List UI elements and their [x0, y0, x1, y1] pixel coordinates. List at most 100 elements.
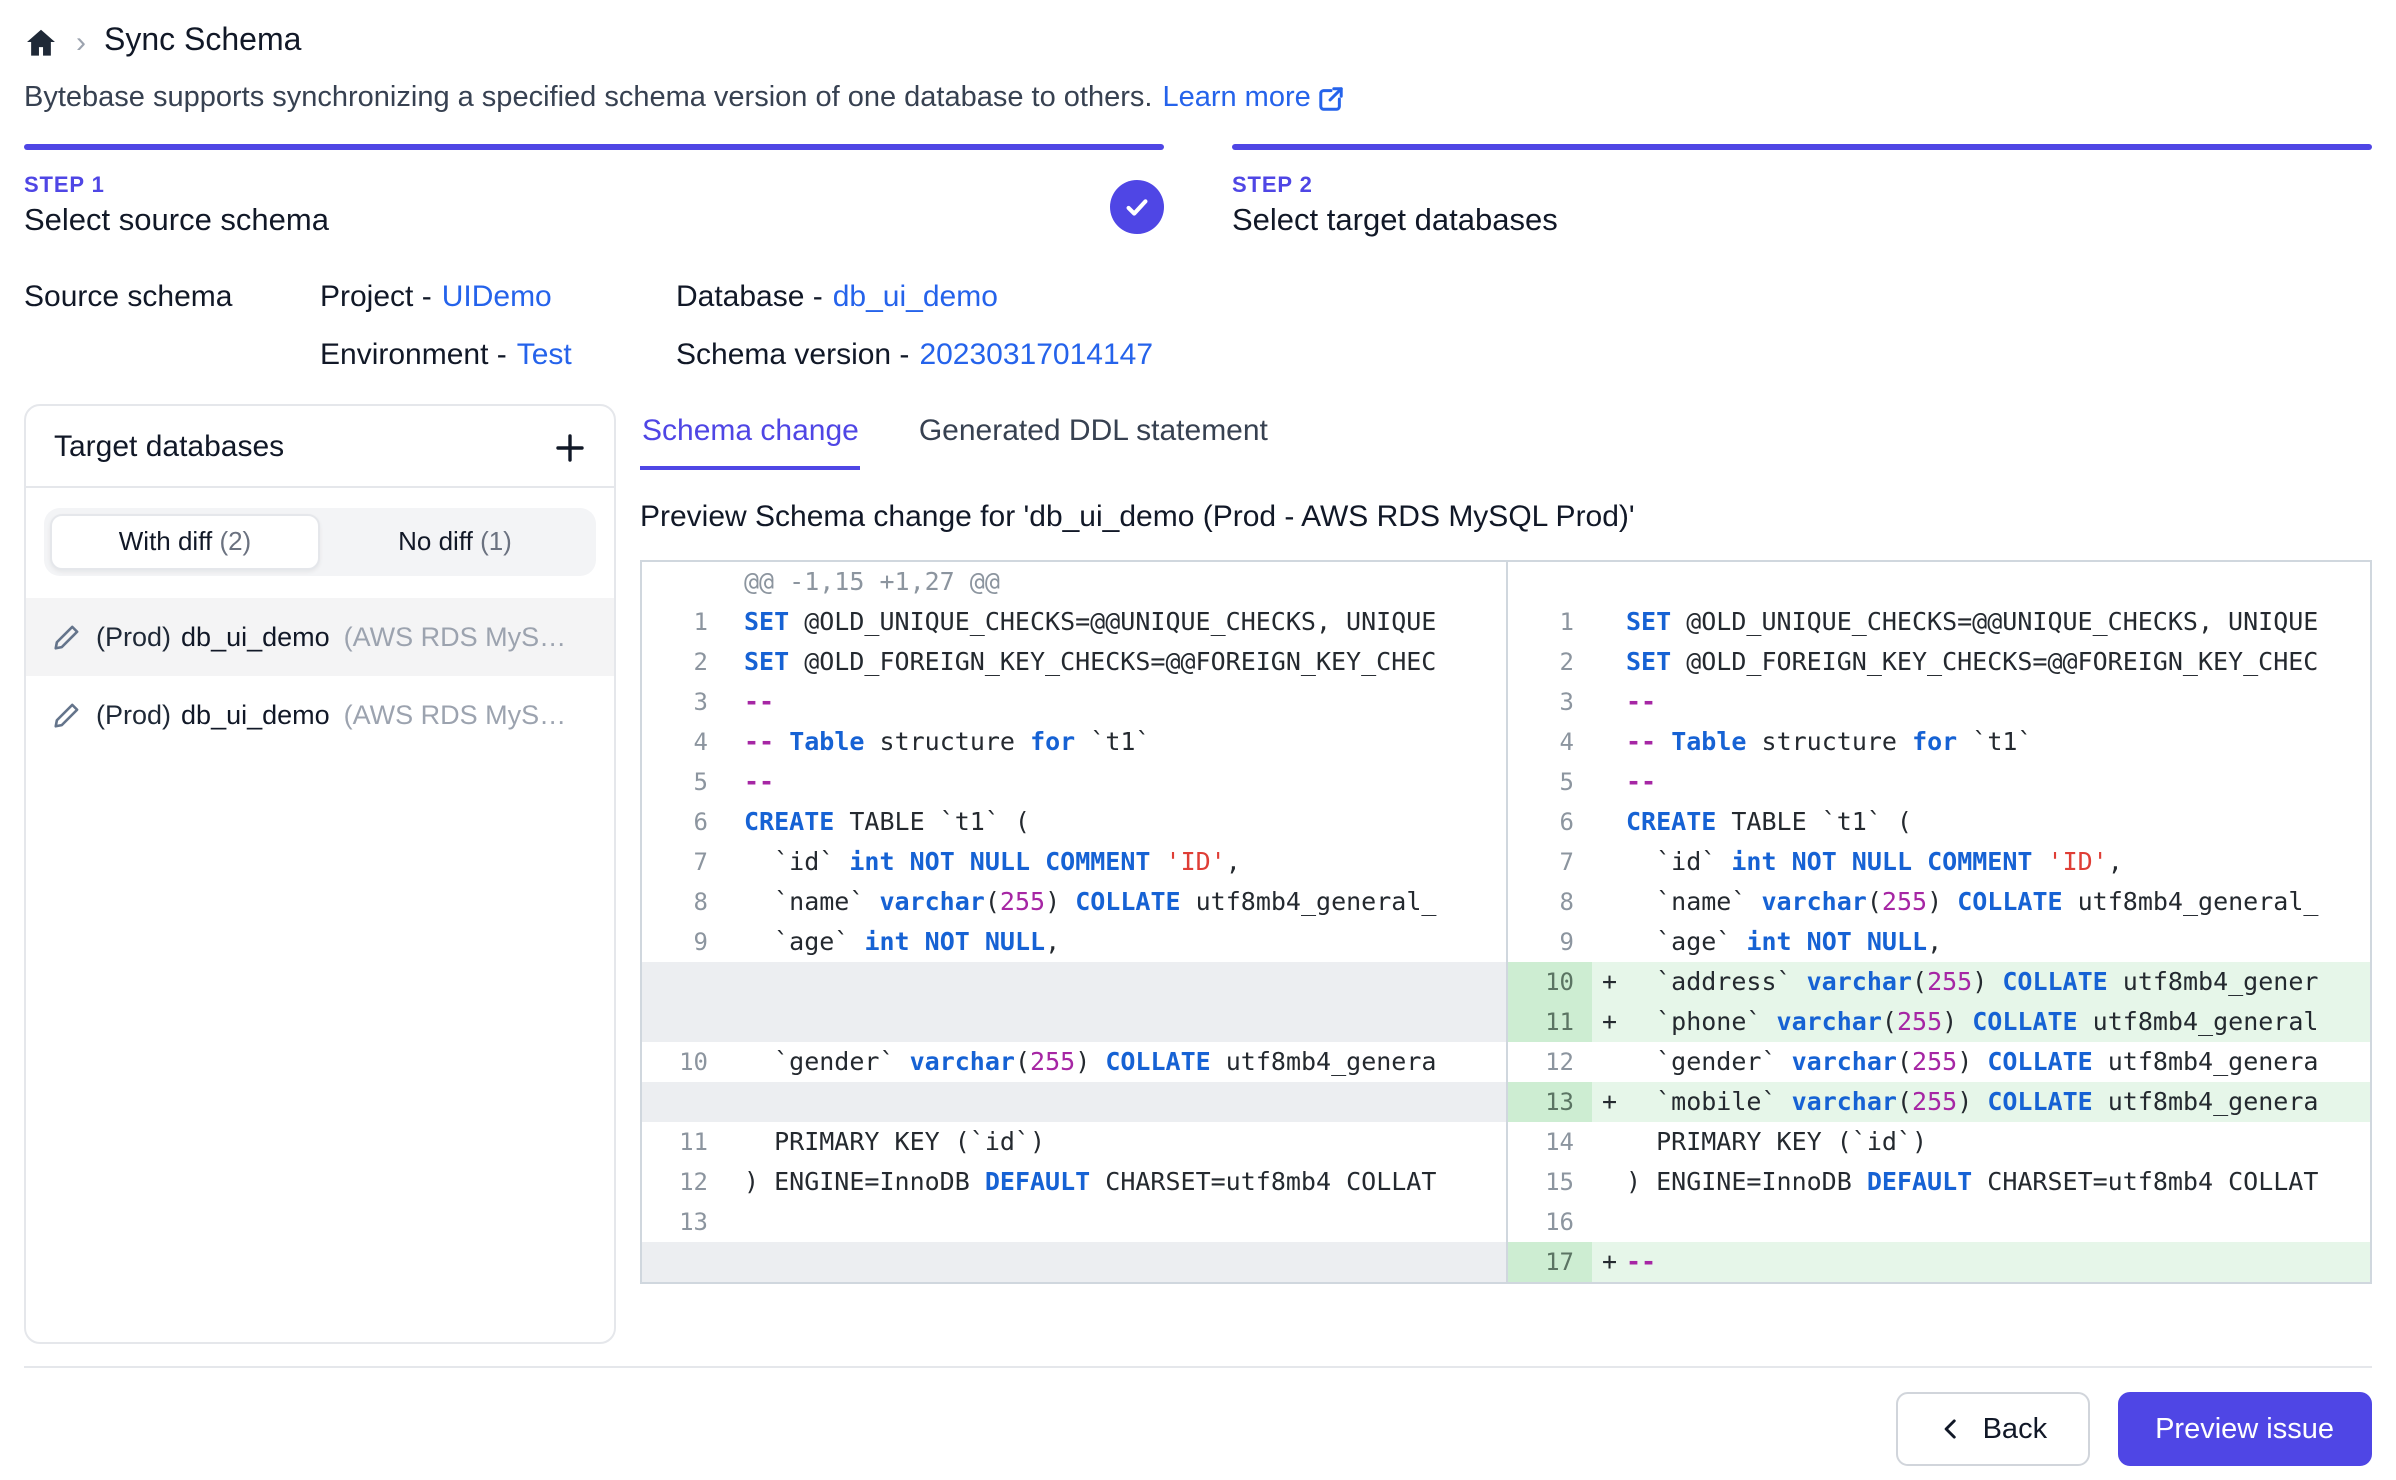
target-databases-header: Target databases	[26, 406, 614, 488]
home-icon[interactable]	[24, 25, 58, 59]
sync-schema-page: › Sync Schema Bytebase supports synchron…	[0, 0, 2396, 1480]
tab-no-diff-label: No diff	[398, 526, 473, 556]
step-2: STEP 2 Select target databases	[1232, 144, 2372, 244]
source-schema-summary: Source schema Project - UIDemo Database …	[24, 280, 2372, 372]
diff-row: 8 `name` varchar(255) COLLATE utf8mb4_ge…	[642, 882, 1506, 922]
diff-row: 6CREATE TABLE `t1` (	[642, 802, 1506, 842]
intro-text: Bytebase supports synchronizing a specif…	[24, 82, 1152, 114]
schema-diff-viewer[interactable]: @@ -1,15 +1,27 @@1SET @OLD_UNIQUE_CHECKS…	[640, 560, 2372, 1284]
target-databases-title: Target databases	[54, 430, 284, 464]
diff-row: 3--	[642, 682, 1506, 722]
diff-row: 5--	[1508, 762, 2370, 802]
step-1-complete-check-icon	[1110, 179, 1164, 233]
diff-pane-left: @@ -1,15 +1,27 @@1SET @OLD_UNIQUE_CHECKS…	[642, 562, 1506, 1282]
edit-pencil-icon	[52, 700, 82, 730]
diff-row: 7 `id` int NOT NULL COMMENT 'ID',	[1508, 842, 2370, 882]
source-schema-version: Schema version - 20230317014147	[676, 338, 2372, 372]
chevron-left-icon	[1939, 1416, 1965, 1442]
target-database-item-2[interactable]: (Prod) db_ui_demo (AWS RDS MyS…	[26, 676, 614, 754]
intro-text-row: Bytebase supports synchronizing a specif…	[24, 82, 2372, 114]
plus-icon	[554, 431, 586, 463]
external-link-icon	[1319, 85, 1345, 111]
target-database-item-1[interactable]: (Prod) db_ui_demo (AWS RDS MyS…	[26, 598, 614, 676]
diff-row: 2SET @OLD_FOREIGN_KEY_CHECKS=@@FOREIGN_K…	[642, 642, 1506, 682]
step-1: STEP 1 Select source schema	[24, 144, 1164, 244]
main-content: Target databases With diff (2) No diff (…	[24, 404, 2372, 1344]
diff-row	[642, 1002, 1506, 1042]
schema-version-link[interactable]: 20230317014147	[919, 338, 1153, 372]
diff-row: 8 `name` varchar(255) COLLATE utf8mb4_ge…	[1508, 882, 2370, 922]
source-database: Database - db_ui_demo	[676, 280, 2372, 314]
diff-row: 9 `age` int NOT NULL,	[642, 922, 1506, 962]
breadcrumb-chevron-icon: ›	[76, 25, 86, 59]
project-link[interactable]: UIDemo	[442, 280, 552, 314]
step-1-progress-bar	[24, 144, 1164, 150]
diff-row: 1SET @OLD_UNIQUE_CHECKS=@@UNIQUE_CHECKS,…	[642, 602, 1506, 642]
source-schema-label: Source schema	[24, 280, 320, 314]
step-1-kicker: STEP 1	[24, 173, 329, 197]
tab-no-diff-count: (1)	[480, 526, 512, 556]
database-label: Database -	[676, 280, 823, 314]
learn-more-label: Learn more	[1162, 82, 1310, 114]
stepper: STEP 1 Select source schema STEP 2 Selec…	[24, 144, 2372, 244]
preview-tabs: Schema change Generated DDL statement	[640, 408, 2372, 470]
preview-title: Preview Schema change for 'db_ui_demo (P…	[640, 500, 2372, 534]
step-2-label: Select target databases	[1232, 203, 1558, 239]
diff-row	[1508, 562, 2370, 602]
source-project: Project - UIDemo	[320, 280, 676, 314]
diff-row: 13	[642, 1202, 1506, 1242]
diff-row: 6CREATE TABLE `t1` (	[1508, 802, 2370, 842]
schema-version-label: Schema version -	[676, 338, 909, 372]
diff-row	[642, 1242, 1506, 1282]
diff-row: 11+ `phone` varchar(255) COLLATE utf8mb4…	[1508, 1002, 2370, 1042]
diff-row: @@ -1,15 +1,27 @@	[642, 562, 1506, 602]
database-link[interactable]: db_ui_demo	[833, 280, 998, 314]
diff-row: 5--	[642, 762, 1506, 802]
environment-label: Environment -	[320, 338, 507, 372]
diff-row: 11 PRIMARY KEY (`id`)	[642, 1122, 1506, 1162]
tab-with-diff-count: (2)	[219, 526, 251, 556]
db-name: db_ui_demo	[181, 622, 330, 652]
diff-row: 2SET @OLD_FOREIGN_KEY_CHECKS=@@FOREIGN_K…	[1508, 642, 2370, 682]
footer-actions: Back Preview issue	[24, 1366, 2372, 1466]
diff-row: 10+ `address` varchar(255) COLLATE utf8m…	[1508, 962, 2370, 1002]
tab-no-diff[interactable]: No diff (1)	[320, 514, 590, 570]
page-title: Sync Schema	[104, 24, 301, 60]
diff-row: 3--	[1508, 682, 2370, 722]
diff-row: 13+ `mobile` varchar(255) COLLATE utf8mb…	[1508, 1082, 2370, 1122]
diff-filter-tabs: With diff (2) No diff (1)	[44, 508, 596, 576]
tab-schema-change[interactable]: Schema change	[640, 408, 861, 470]
step-1-label: Select source schema	[24, 203, 329, 239]
db-name: db_ui_demo	[181, 700, 330, 730]
edit-pencil-icon	[52, 622, 82, 652]
diff-pane-right: 1SET @OLD_UNIQUE_CHECKS=@@UNIQUE_CHECKS,…	[1506, 562, 2370, 1282]
step-2-progress-bar	[1232, 144, 2372, 150]
db-environment-badge: (Prod)	[96, 700, 171, 730]
diff-row: 4-- Table structure for `t1`	[1508, 722, 2370, 762]
diff-row	[642, 962, 1506, 1002]
project-label: Project -	[320, 280, 432, 314]
diff-row: 12) ENGINE=InnoDB DEFAULT CHARSET=utf8mb…	[642, 1162, 1506, 1202]
target-database-list: (Prod) db_ui_demo (AWS RDS MyS… (Prod) d…	[26, 598, 614, 754]
diff-row: 10 `gender` varchar(255) COLLATE utf8mb4…	[642, 1042, 1506, 1082]
diff-row: 16	[1508, 1202, 2370, 1242]
diff-row	[642, 1082, 1506, 1122]
target-databases-panel: Target databases With diff (2) No diff (…	[24, 404, 616, 1344]
diff-row: 1SET @OLD_UNIQUE_CHECKS=@@UNIQUE_CHECKS,…	[1508, 602, 2370, 642]
learn-more-link[interactable]: Learn more	[1162, 82, 1344, 114]
step-2-kicker: STEP 2	[1232, 173, 1558, 197]
diff-row: 9 `age` int NOT NULL,	[1508, 922, 2370, 962]
preview-issue-button[interactable]: Preview issue	[2117, 1392, 2372, 1466]
tab-generated-ddl[interactable]: Generated DDL statement	[917, 408, 1270, 470]
breadcrumb: › Sync Schema	[24, 16, 2372, 68]
diff-row: 12 `gender` varchar(255) COLLATE utf8mb4…	[1508, 1042, 2370, 1082]
source-environment: Environment - Test	[320, 338, 676, 372]
tab-with-diff[interactable]: With diff (2)	[50, 514, 320, 570]
back-button[interactable]: Back	[1897, 1392, 2090, 1466]
environment-link[interactable]: Test	[517, 338, 572, 372]
db-environment-badge: (Prod)	[96, 622, 171, 652]
db-instance-suffix: (AWS RDS MyS…	[344, 622, 567, 652]
tab-with-diff-label: With diff	[119, 526, 212, 556]
add-target-database-button[interactable]	[554, 431, 586, 463]
diff-row: 17+--	[1508, 1242, 2370, 1282]
